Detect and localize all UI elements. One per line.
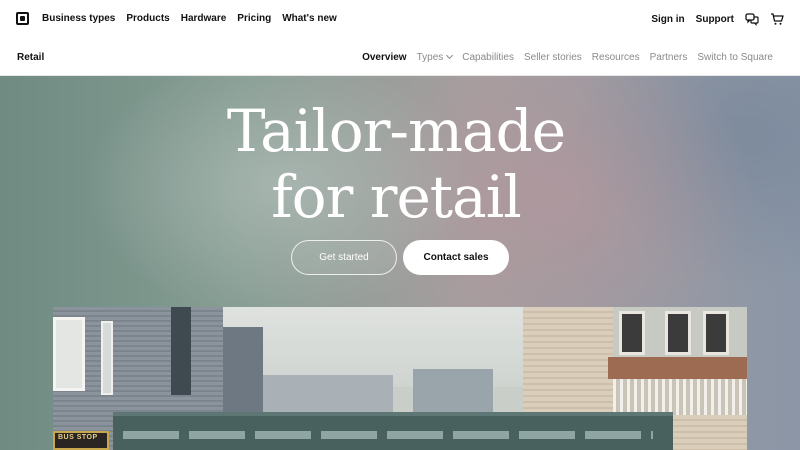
menu-hardware[interactable]: Hardware [181, 13, 227, 24]
hero-title-line-1: Tailor-made [226, 97, 566, 165]
menu-pricing[interactable]: Pricing [237, 13, 271, 24]
menu-products[interactable]: Products [126, 13, 169, 24]
tab-types[interactable]: Types [416, 51, 454, 63]
hero-title-line-2: for retail [271, 163, 522, 231]
menu-business-types[interactable]: Business types [42, 13, 115, 24]
tab-switch-to-square[interactable]: Switch to Square [697, 52, 773, 63]
section-links: Overview Types Capabilities Seller stori… [362, 51, 773, 63]
tab-resources[interactable]: Resources [592, 52, 640, 63]
bus-stop-sign: BUS STOP [53, 431, 109, 450]
contact-sales-button[interactable]: Contact sales [403, 240, 509, 275]
sign-text: BUS STOP [58, 434, 98, 441]
section-nav: Retail Overview Types Capabilities Selle… [0, 39, 800, 76]
square-logo-icon[interactable] [16, 12, 29, 25]
cart-icon[interactable] [770, 12, 784, 26]
support-link[interactable]: Support [696, 14, 734, 25]
tab-types-label: Types [416, 52, 444, 63]
sign-in-link[interactable]: Sign in [651, 14, 684, 25]
top-nav: Business types Products Hardware Pricing… [0, 0, 800, 39]
section-title[interactable]: Retail [17, 52, 44, 63]
tab-partners[interactable]: Partners [650, 52, 688, 63]
hero-title: Tailor-made for retail [0, 98, 792, 230]
tab-seller-stories[interactable]: Seller stories [524, 52, 582, 63]
main-menu: Business types Products Hardware Pricing… [42, 13, 337, 24]
tab-capabilities[interactable]: Capabilities [462, 52, 514, 63]
chat-bubbles-icon[interactable] [745, 12, 759, 26]
tab-overview[interactable]: Overview [362, 52, 406, 63]
hero-section: Tailor-made for retail Get started Conta… [0, 76, 800, 450]
get-started-button[interactable]: Get started [291, 240, 397, 275]
chevron-down-icon [446, 51, 454, 60]
storefront-photo: BUS STOP [53, 307, 747, 450]
utility-menu: Sign in Support [651, 12, 784, 26]
menu-whats-new[interactable]: What's new [282, 13, 337, 24]
